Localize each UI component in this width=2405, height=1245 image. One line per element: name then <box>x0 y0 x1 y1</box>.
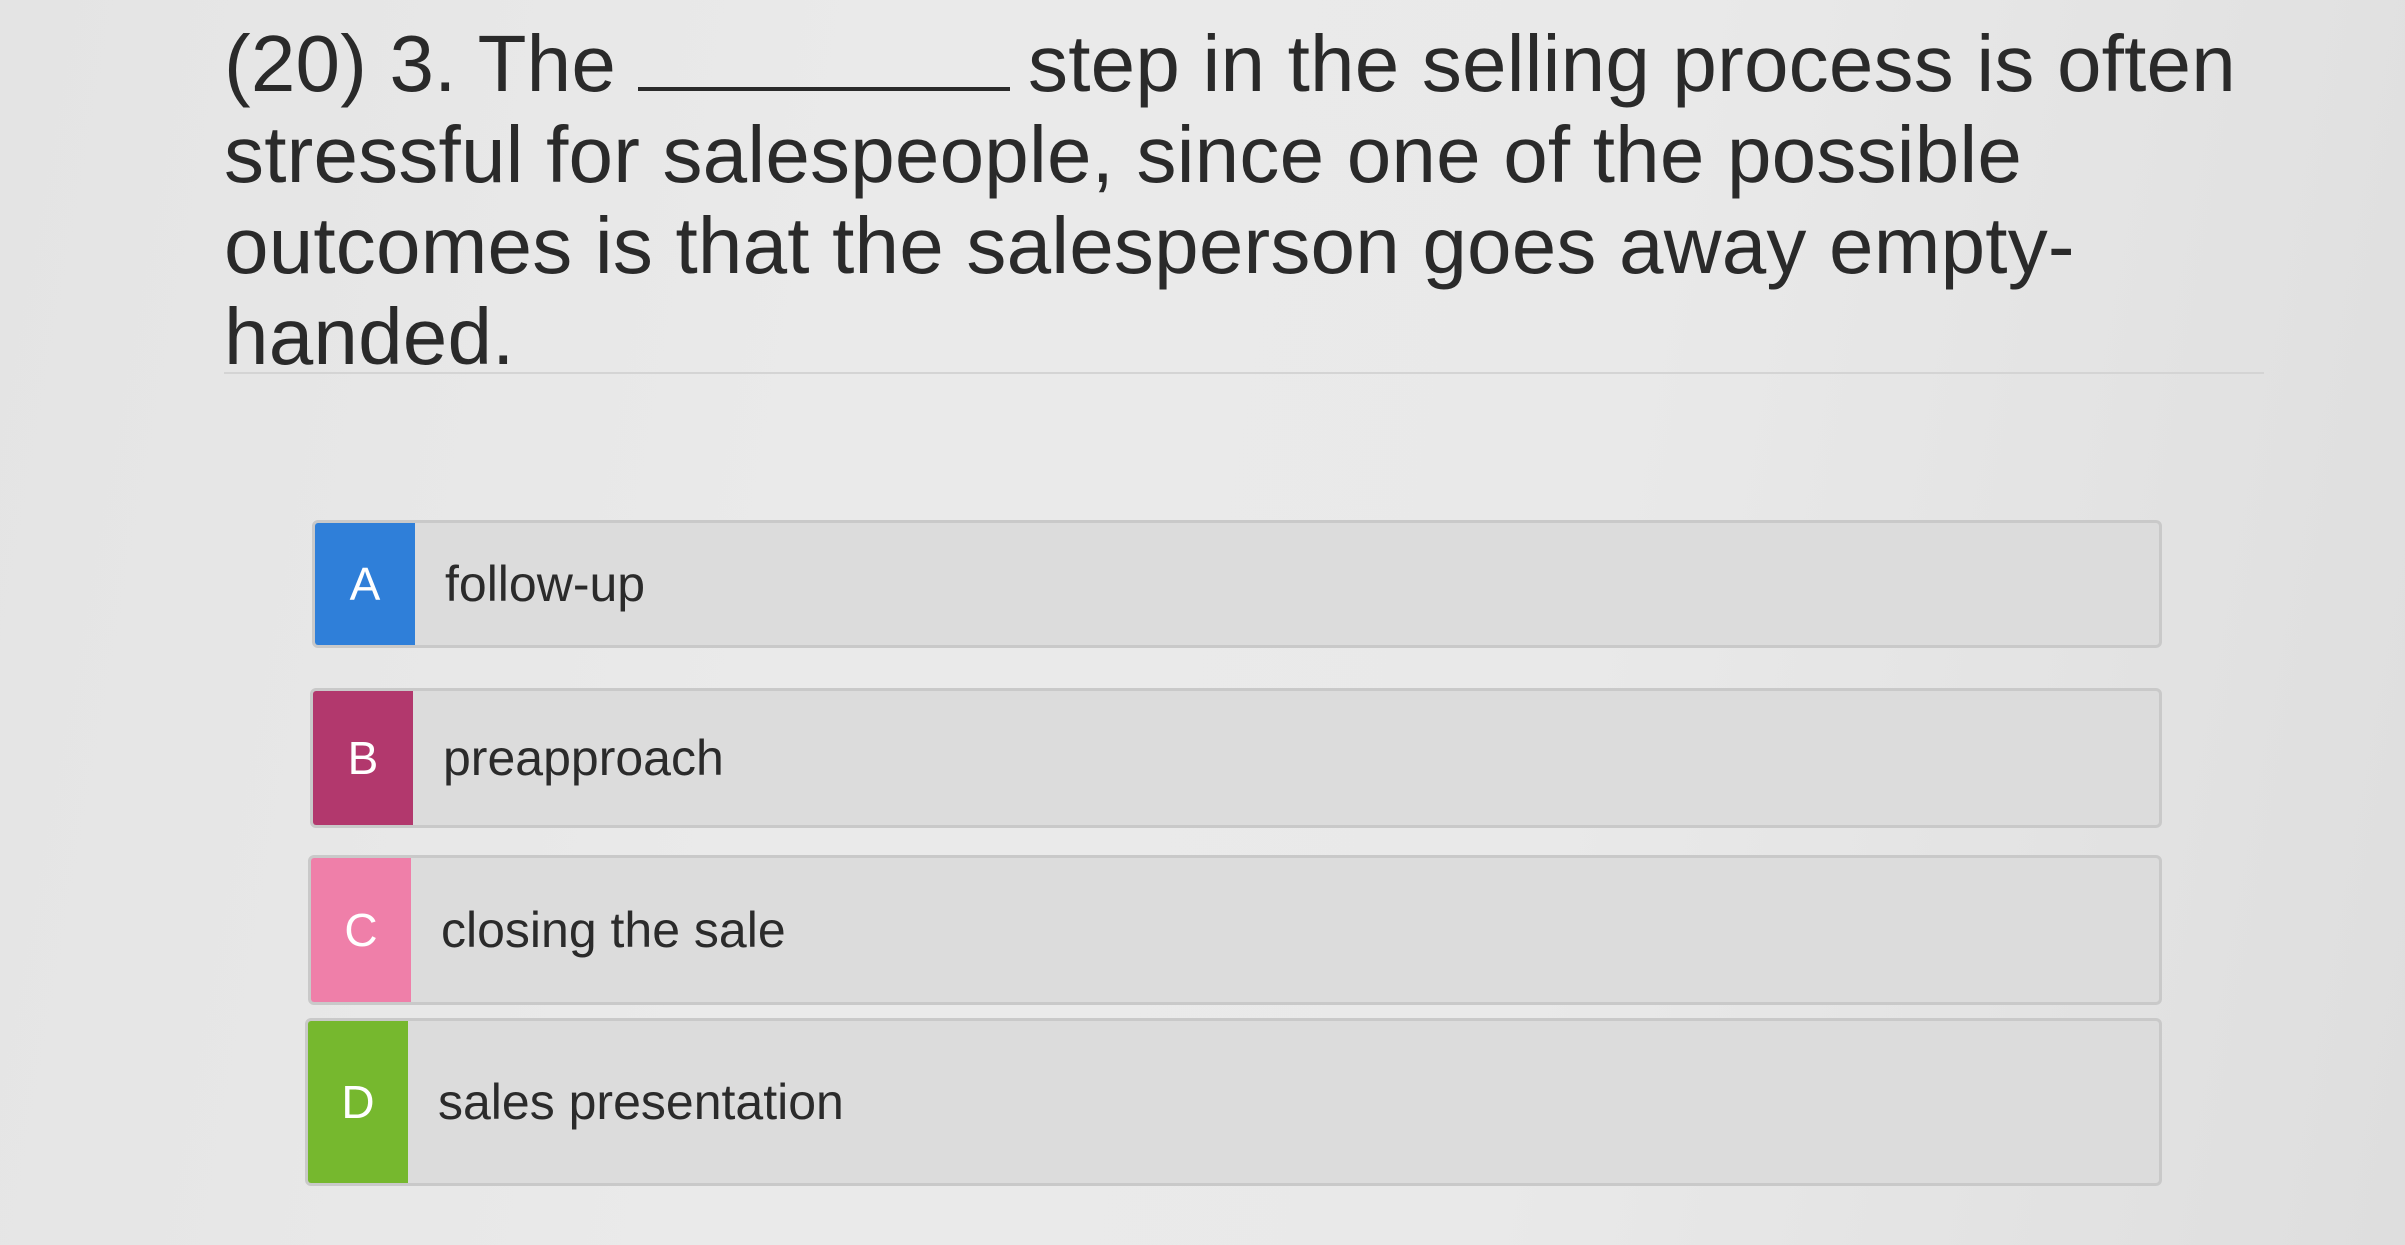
option-d[interactable]: D sales presentation <box>305 1018 2162 1186</box>
option-a-label: follow-up <box>445 556 646 612</box>
option-c-label: closing the sale <box>441 902 786 958</box>
option-c[interactable]: C closing the sale <box>308 855 2162 1005</box>
option-b-badge: B <box>313 691 413 825</box>
option-a[interactable]: A follow-up <box>312 520 2162 648</box>
option-d-badge: D <box>308 1021 408 1183</box>
option-b[interactable]: B preapproach <box>310 688 2162 828</box>
option-a-badge: A <box>315 523 415 645</box>
option-b-label: preapproach <box>443 730 724 786</box>
option-d-label: sales presentation <box>438 1074 844 1130</box>
answer-options: A follow-up B preapproach C closing the … <box>0 0 2405 1245</box>
option-c-badge: C <box>311 858 411 1002</box>
